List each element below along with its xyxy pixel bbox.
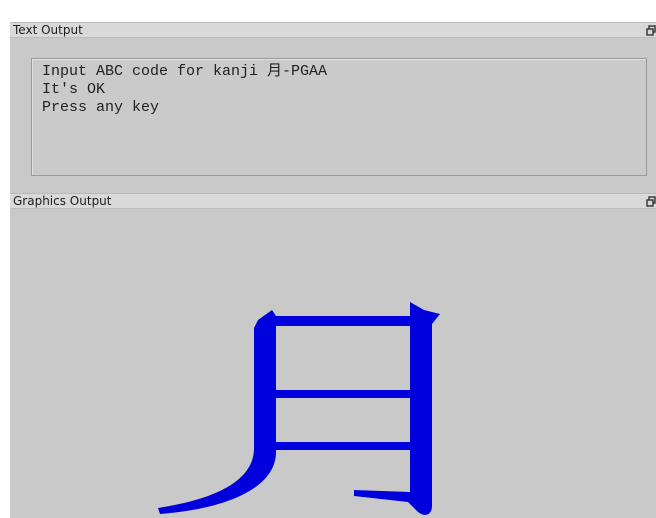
text-output-header[interactable]: Text Output [10,22,656,38]
text-output-line: It's OK [42,81,106,98]
graphics-output-canvas[interactable] [10,209,656,518]
kanji-glyph [158,302,440,515]
kanji-stroke-right [354,302,440,515]
kanji-stroke-mid1 [274,390,412,398]
kanji-moon-strokes [158,302,440,515]
restore-window-icon[interactable] [646,196,656,207]
text-output-title: Text Output [13,23,83,37]
kanji-stroke-left [158,310,276,514]
text-output-line: Input ABC code for kanji 月-PGAA [42,63,328,80]
restore-window-icon[interactable] [646,25,656,36]
app-window: Text Output Input ABC code for kanji 月-P… [10,22,656,518]
graphics-output-title: Graphics Output [13,194,112,208]
text-output-line: Press any key [42,99,160,116]
graphics-output-header[interactable]: Graphics Output [10,193,656,209]
kanji-stroke-top [274,316,418,326]
kanji-stroke-mid2 [274,442,412,450]
text-output-area[interactable]: Input ABC code for kanji 月-PGAA It's OK … [31,58,647,176]
